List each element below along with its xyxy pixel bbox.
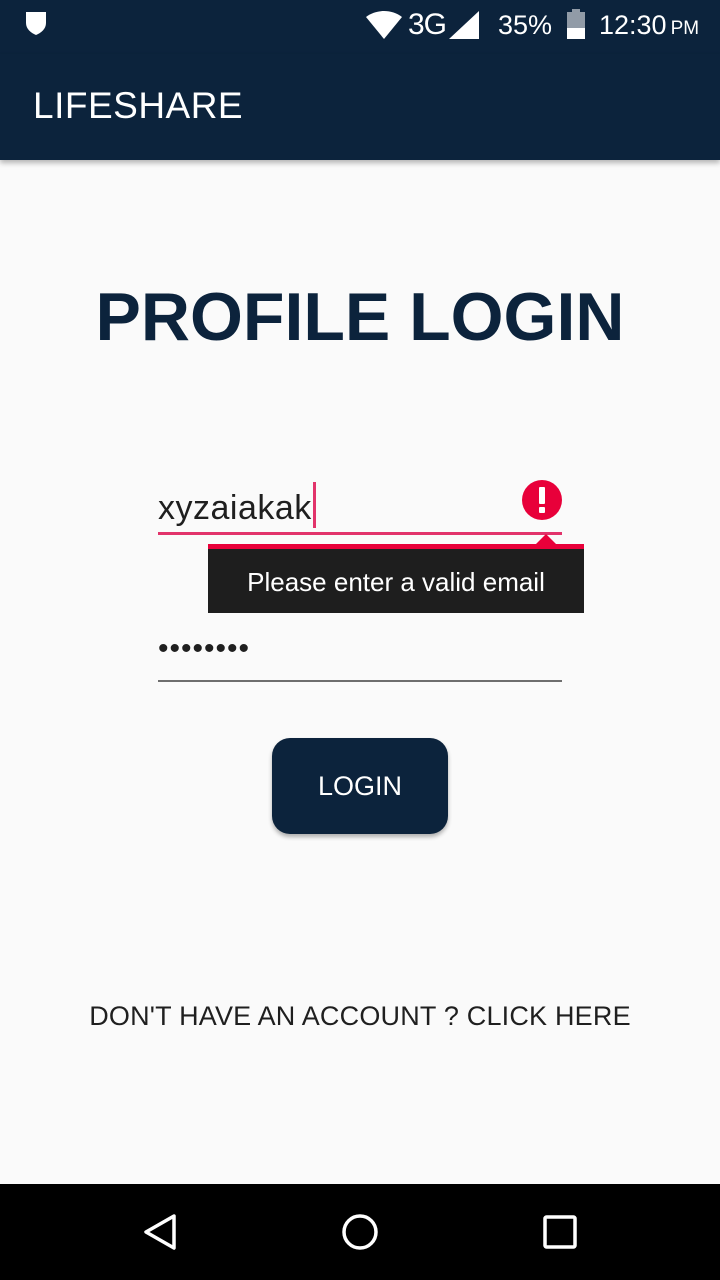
error-message: Please enter a valid email <box>247 567 545 597</box>
status-bar: 3G 35% 12:30 PM <box>0 0 720 54</box>
password-value[interactable]: •••••••• <box>158 632 250 666</box>
page-title: PROFILE LOGIN <box>95 279 625 355</box>
login-button[interactable]: LOGIN <box>272 738 448 834</box>
recents-icon[interactable] <box>540 1212 580 1252</box>
wifi-icon <box>366 11 402 39</box>
error-icon <box>522 480 562 520</box>
app-title: LIFESHARE <box>33 85 244 126</box>
email-text: xyzaiakak <box>158 489 312 527</box>
tooltip-pointer <box>536 534 556 544</box>
text-cursor <box>312 482 316 528</box>
app-bar: LIFESHARE <box>0 54 720 160</box>
battery-icon <box>567 9 585 39</box>
error-tooltip: Please enter a valid email <box>208 534 584 613</box>
shield-icon <box>26 12 46 35</box>
clock-ampm: PM <box>670 18 700 39</box>
home-icon[interactable] <box>340 1212 380 1252</box>
signup-link[interactable]: DON'T HAVE AN ACCOUNT ? CLICK HERE <box>0 1001 720 1032</box>
back-icon[interactable] <box>140 1212 180 1252</box>
network-type: 3G <box>408 8 447 41</box>
battery-percent: 35% <box>498 10 553 40</box>
password-field[interactable]: •••••••• <box>158 626 562 682</box>
cell-signal-icon <box>449 11 479 39</box>
navigation-bar <box>0 1184 720 1280</box>
email-field[interactable]: xyzaiakak <box>158 472 562 535</box>
clock-time: 12:30 <box>599 10 667 40</box>
email-field-value[interactable]: xyzaiakak <box>158 482 316 528</box>
clock: 12:30 PM <box>599 10 699 41</box>
